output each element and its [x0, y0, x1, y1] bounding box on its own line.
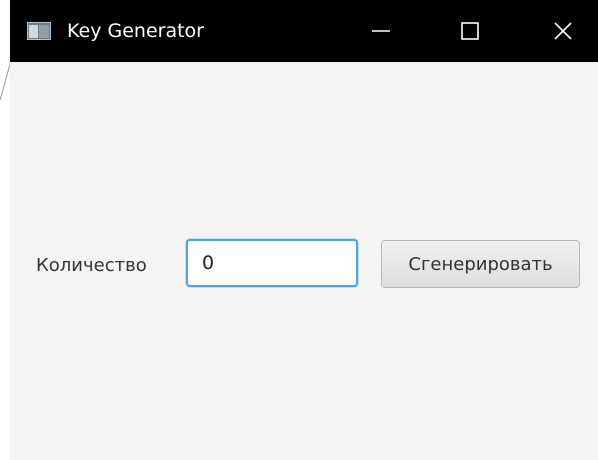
- quantity-label: Количество: [36, 255, 147, 276]
- window-content: Количество Сгенерировать: [10, 62, 598, 460]
- close-button[interactable]: [540, 0, 586, 62]
- screen: Key Generator Количество 0 Сгенерировать: [0, 0, 598, 460]
- app-window-icon: [27, 22, 51, 40]
- title-bar[interactable]: Key Generator: [10, 0, 598, 62]
- quantity-input[interactable]: [186, 239, 358, 287]
- close-icon: [553, 21, 573, 41]
- generate-button[interactable]: Сгенерировать: [381, 240, 580, 288]
- app-window: Key Generator Количество 0 Сгенерировать: [10, 0, 598, 460]
- minimize-icon: [371, 21, 391, 41]
- minimize-button[interactable]: [358, 0, 404, 62]
- maximize-icon: [460, 21, 480, 41]
- maximize-button[interactable]: [447, 0, 493, 62]
- window-title: Key Generator: [67, 20, 204, 42]
